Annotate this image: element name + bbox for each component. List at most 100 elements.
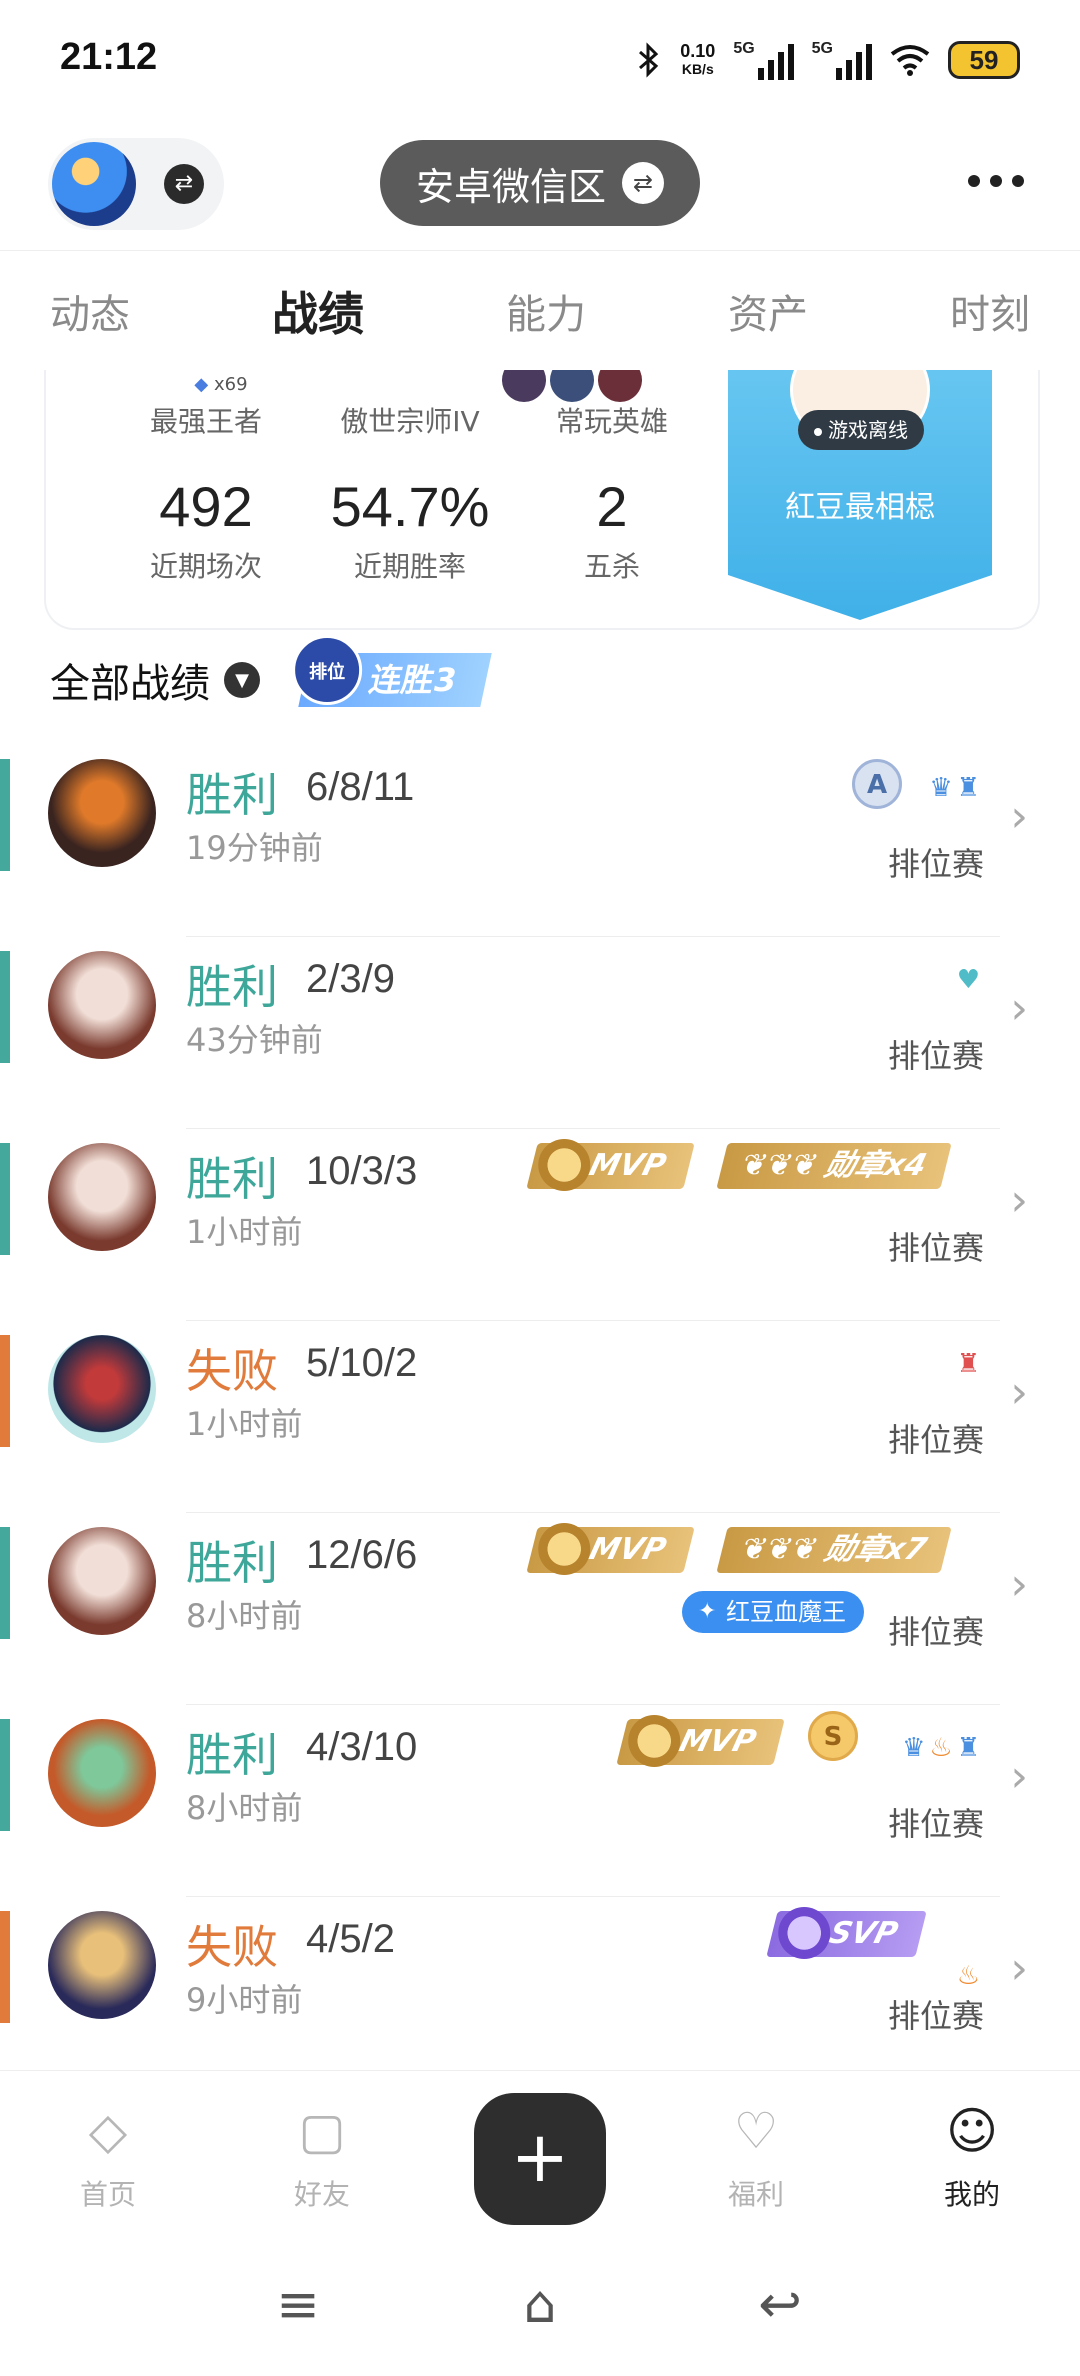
match-row[interactable]: 胜利 10/3/3 1小时前 MVP ❦❦❦勋章x4 排位赛 › <box>0 1129 1080 1321</box>
rank-stat[interactable]: ◆ x69 最强王者 <box>106 370 306 440</box>
intimacy-banner[interactable]: 游戏离线 紅豆最相梞 <box>728 370 992 620</box>
chevron-right-icon: › <box>1010 1559 1028 1610</box>
mvp-coin-icon <box>538 1523 591 1575</box>
match-mode: 排位赛 <box>887 1997 984 2035</box>
result-bar <box>0 1335 10 1447</box>
pentakill-stat: 2 五杀 <box>512 440 712 585</box>
bluetooth-icon <box>639 42 659 78</box>
nav-home[interactable]: ◇ 首页 <box>48 2101 168 2213</box>
match-mode: 排位赛 <box>887 1613 984 1651</box>
match-row[interactable]: 胜利 2/3/9 43分钟前 ♥ 排位赛 › <box>0 937 1080 1129</box>
profile-icon: ☺ <box>945 2102 999 2160</box>
result-bar <box>0 1527 10 1639</box>
mvp-coin-icon <box>538 1139 591 1191</box>
hero-avatar <box>48 1911 156 2019</box>
nav-home-label: 首页 <box>79 2178 136 2211</box>
chevron-right-icon: › <box>1010 1943 1028 1994</box>
matches-stat: 492 近期场次 <box>106 440 306 585</box>
chevron-right-icon: › <box>1010 983 1028 1034</box>
hero-avatar <box>48 1143 156 1251</box>
nav-rewards[interactable]: ♡ 福利 <box>696 2101 816 2213</box>
tab-records[interactable]: 战绩 <box>272 278 364 344</box>
filter-dropdown-label[interactable]: 全部战绩 <box>50 651 210 709</box>
top-header: ⇄ 安卓微信区 ⇄ <box>0 130 1080 240</box>
tier-stat[interactable]: 傲世宗师IV <box>310 400 510 440</box>
signal-5g-1: 5G <box>733 40 794 80</box>
home-button-icon[interactable]: ⌂ <box>500 2270 580 2340</box>
tab-ability[interactable]: 能力 <box>506 282 586 340</box>
account-switcher[interactable]: ⇄ <box>48 138 224 230</box>
hero-avatar <box>48 1719 156 1827</box>
chevron-right-icon: › <box>1010 1367 1028 1418</box>
result-bar <box>0 1143 10 1255</box>
result-bar <box>0 1719 10 1831</box>
match-mode: 排位赛 <box>887 1229 984 1267</box>
nav-friends-label: 好友 <box>293 2178 350 2211</box>
swap-icon: ⇄ <box>622 162 664 204</box>
match-time: 8小时前 <box>186 1597 303 1635</box>
profile-tabs: 动态 战绩 能力 资产 时刻 <box>0 250 1080 370</box>
match-time: 19分钟前 <box>186 829 323 867</box>
performance-icons: ♛♨♜ <box>902 1733 984 1763</box>
performance-icons: ♛♜ <box>929 773 984 803</box>
chevron-down-icon[interactable]: ▼ <box>224 662 260 698</box>
heroes-label: 常玩英雄 <box>555 405 668 438</box>
svp-coin-icon <box>778 1907 831 1959</box>
gift-heart-icon: ♡ <box>733 2102 779 2160</box>
match-kda: 6/8/11 <box>306 765 415 809</box>
rank-coin-s: S <box>808 1711 858 1761</box>
tab-highlights[interactable]: 时刻 <box>950 282 1030 340</box>
pentakill-count: 2 <box>596 475 628 538</box>
match-row[interactable]: 胜利 6/8/11 19分钟前 A ♛♜ 排位赛 › <box>0 745 1080 937</box>
more-dots-icon[interactable] <box>956 156 1036 206</box>
result-bar <box>0 1911 10 2023</box>
back-icon[interactable]: ↩ <box>740 2270 820 2340</box>
match-mode: 排位赛 <box>887 845 984 883</box>
pentakill-label: 五杀 <box>583 550 640 583</box>
match-time: 8小时前 <box>186 1789 303 1827</box>
nav-me-label: 我的 <box>943 2178 1000 2211</box>
nav-me[interactable]: ☺ 我的 <box>912 2101 1032 2213</box>
summary-card: ◆ x69 最强王者 傲世宗师IV 常玩英雄 492 近期场次 54.7% 近期… <box>44 370 1040 630</box>
records-section-header: 全部战绩 ▼ 排位 连胜3 <box>50 630 493 730</box>
mvp-badge: MVP <box>526 1523 695 1575</box>
chevron-right-icon: › <box>1010 1751 1028 1802</box>
match-list: 胜利 6/8/11 19分钟前 A ♛♜ 排位赛 › 胜利 2/3/9 43分钟… <box>0 745 1080 2089</box>
matches-label: 近期场次 <box>149 550 262 583</box>
winrate-stat: 54.7% 近期胜率 <box>310 440 510 585</box>
medal-icons: ❦❦❦ <box>737 1148 822 1183</box>
match-row[interactable]: 失败 5/10/2 1小时前 ♜ 排位赛 › <box>0 1321 1080 1513</box>
hero-title-badge: 红豆血魔王 <box>682 1591 864 1633</box>
nav-friends[interactable]: ▢ 好友 <box>262 2101 382 2213</box>
tab-moments[interactable]: 动态 <box>50 282 130 340</box>
zone-label: 安卓微信区 <box>415 164 606 209</box>
heroes-stat[interactable]: 常玩英雄 <box>512 400 712 440</box>
bottom-nav: ◇ 首页 ▢ 好友 + ♡ 福利 ☺ 我的 <box>0 2070 1080 2230</box>
result-bar <box>0 759 10 871</box>
demolish-icon: ♜ <box>956 1349 984 1379</box>
net-speed: 0.10 KB/s <box>680 41 716 77</box>
match-kda: 10/3/3 <box>306 1149 418 1193</box>
status-icons: 0.10 KB/s 5G 5G 59 <box>636 30 1020 90</box>
match-time: 1小时前 <box>186 1213 303 1251</box>
medal-badge: ❦❦❦勋章x4 <box>716 1143 952 1189</box>
winrate-label: 近期胜率 <box>353 550 466 583</box>
signal-5g-2: 5G <box>812 40 872 80</box>
streak-mascot-icon: 排位 <box>292 635 363 705</box>
create-post-button[interactable]: + <box>474 2093 606 2225</box>
zone-selector[interactable]: 安卓微信区 ⇄ <box>380 140 700 226</box>
match-row[interactable]: 胜利 12/6/6 8小时前 MVP ❦❦❦勋章x7 红豆血魔王 排位赛 › <box>0 1513 1080 1705</box>
match-row[interactable]: 胜利 4/3/10 8小时前 MVP S ♛♨♜ 排位赛 › <box>0 1705 1080 1897</box>
match-result: 失败 <box>186 1920 278 1974</box>
match-mode: 排位赛 <box>887 1421 984 1459</box>
banner-title: 紅豆最相梞 <box>785 490 935 525</box>
menu-icon[interactable]: ≡ <box>258 2270 338 2340</box>
status-bar: 21:12 0.10 KB/s 5G 5G 59 <box>0 0 1080 120</box>
result-bar <box>0 951 10 1063</box>
offline-status: 游戏离线 <box>798 410 924 450</box>
match-row[interactable]: 失败 4/5/2 9小时前 SVP ♨ 排位赛 › <box>0 1897 1080 2089</box>
hero-thumbs <box>502 370 642 402</box>
medal-badge: ❦❦❦勋章x7 <box>716 1527 952 1573</box>
match-result: 胜利 <box>186 1728 278 1782</box>
tab-assets[interactable]: 资产 <box>728 282 808 340</box>
